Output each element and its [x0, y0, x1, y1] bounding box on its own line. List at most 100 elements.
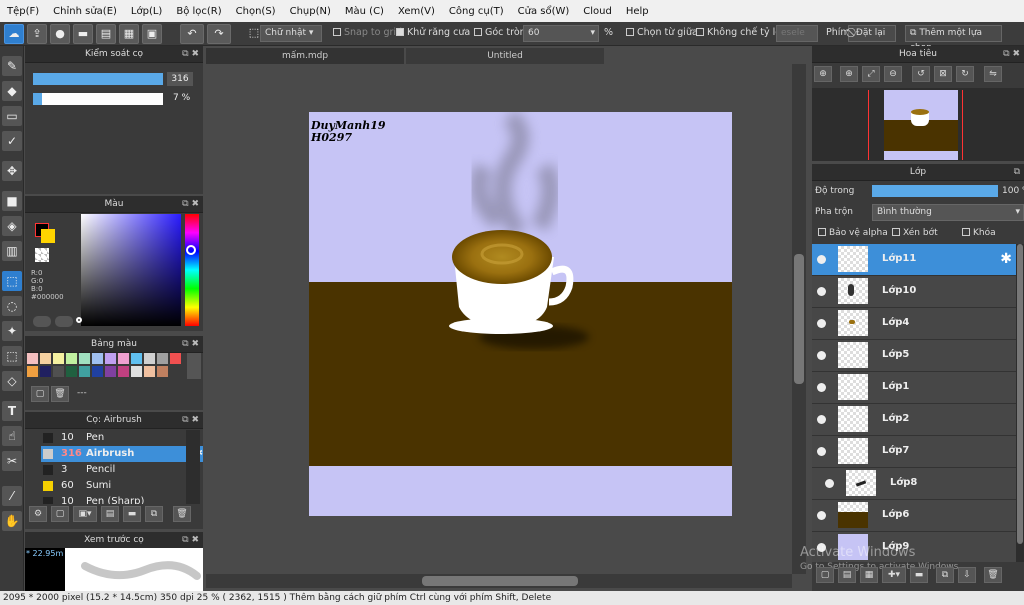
menu-item-5[interactable]: Chụp(N) [283, 6, 338, 17]
layer-row[interactable]: Lớp11 ✱ [812, 244, 1016, 276]
menu-item-8[interactable]: Công cụ(T) [442, 6, 511, 17]
copy-brush-icon[interactable]: ▤ [101, 506, 119, 522]
color-picker-button[interactable] [55, 316, 73, 327]
zoom-out-icon[interactable]: ⊖ [884, 66, 902, 82]
palette-swatch[interactable] [92, 353, 103, 364]
menu-item-4[interactable]: Chọn(S) [229, 6, 283, 17]
ratio-checkbox[interactable]: Không chế tỷ lệ [696, 27, 781, 38]
add-brush-icon[interactable]: ▣▾ [73, 506, 97, 522]
menu-item-10[interactable]: Cloud [576, 6, 619, 17]
speech-icon[interactable]: ● [50, 24, 70, 44]
comment-icon[interactable]: ▬ [73, 24, 93, 44]
reset-rotate-icon[interactable]: ⊠ [934, 66, 952, 82]
palette-swatch[interactable] [157, 353, 168, 364]
brush-tool-icon[interactable]: ✎ [2, 56, 22, 76]
layer-row[interactable]: Lớp6 [812, 500, 1016, 532]
palette-swatch[interactable] [53, 353, 64, 364]
eraser-tool-icon[interactable]: ◆ [2, 81, 22, 101]
clipping-checkbox[interactable]: Xén bớt [892, 228, 938, 238]
panel-detach-icon[interactable]: ⧉ [1014, 164, 1020, 180]
palette-swatch[interactable] [40, 366, 51, 377]
palette-swatch[interactable] [118, 366, 129, 377]
palette-grid[interactable] [27, 353, 187, 379]
palette-swatch[interactable] [27, 353, 38, 364]
merge-layer-icon[interactable]: ▦ [860, 567, 878, 583]
menu-item-7[interactable]: Xem(V) [391, 6, 442, 17]
export-icon[interactable]: ⇪ [27, 24, 47, 44]
bg-color-swatch[interactable] [41, 229, 55, 243]
doc-tab-1[interactable]: mấm.mdp [206, 48, 404, 64]
layer-row[interactable]: Lớp5 [812, 340, 1016, 372]
text-tool-icon[interactable]: T [2, 401, 22, 421]
zoom-in-icon[interactable]: ⊕ [814, 66, 832, 82]
blend-select[interactable]: Bình thường ▾ [872, 204, 1024, 221]
round-value-field[interactable]: 60 ▾ [523, 25, 599, 42]
brush-item[interactable]: 10 Pen [41, 430, 203, 446]
eye-icon[interactable] [817, 351, 826, 360]
menu-item-6[interactable]: Màu (C) [338, 6, 391, 17]
palette-swatch[interactable] [53, 366, 64, 377]
document-icon[interactable]: ▤ [96, 24, 116, 44]
panel-detach-icon[interactable]: ⧉ ✖ [182, 336, 199, 352]
layer-to-down-icon[interactable]: ⇩ [958, 567, 976, 583]
rect-tool-icon[interactable]: ▭ [2, 106, 22, 126]
eye-icon[interactable] [825, 479, 834, 488]
tiles-icon[interactable]: ▣ [142, 24, 162, 44]
brush-item[interactable]: 316Airbrush✱ [41, 446, 203, 462]
new-palette-icon[interactable]: ▢ [31, 386, 49, 402]
rotate-right-icon[interactable]: ↻ [956, 66, 974, 82]
zoom-plus-icon[interactable]: ⊕ [840, 66, 858, 82]
doc-tab-2[interactable]: Untitled [406, 48, 604, 64]
palette-swatch[interactable] [131, 353, 142, 364]
eye-icon[interactable] [817, 255, 826, 264]
duplicate-icon[interactable]: ⧉ [145, 506, 163, 522]
eyedropper-icon[interactable]: ⁄ [2, 486, 22, 506]
eye-icon[interactable] [817, 383, 826, 392]
rotate-left-icon[interactable]: ↺ [912, 66, 930, 82]
palette-swatch[interactable] [79, 353, 90, 364]
artwork[interactable]: DuyManh19 H0297 [309, 112, 732, 516]
panel-detach-icon[interactable]: ⧉ ✖ [182, 196, 199, 212]
protect-alpha-checkbox[interactable]: Bảo vệ alpha [818, 228, 888, 238]
lasso-tool-icon[interactable]: ◌ [2, 296, 22, 316]
menu-item-9[interactable]: Cửa sổ(W) [511, 6, 577, 17]
palette-swatch[interactable] [170, 353, 181, 364]
palette-swatch[interactable] [66, 353, 77, 364]
horizontal-scrollbar[interactable] [206, 574, 792, 588]
operation-tool-icon[interactable]: ☝ [2, 426, 22, 446]
menu-item-2[interactable]: Lớp(L) [124, 6, 169, 17]
palette-swatch[interactable] [105, 353, 116, 364]
palette-swatch[interactable] [92, 366, 103, 377]
folder-icon[interactable]: ▬ [123, 506, 141, 522]
gear-icon[interactable]: ✱ [1000, 251, 1012, 267]
saturation-value-picker[interactable] [81, 214, 181, 326]
opacity-slider[interactable] [33, 93, 163, 105]
trash-icon[interactable]: 🗑 [173, 506, 191, 522]
vertical-scrollbar[interactable] [792, 64, 806, 574]
size-value[interactable]: 316 [167, 72, 193, 86]
eye-icon[interactable] [817, 511, 826, 520]
menu-item-11[interactable]: Help [619, 6, 656, 17]
menu-item-1[interactable]: Chỉnh sửa(E) [46, 6, 124, 17]
hue-cursor[interactable] [186, 245, 196, 255]
eye-icon[interactable] [817, 415, 826, 424]
brush-scrollbar[interactable] [186, 430, 200, 504]
layer-row[interactable]: Lớp10 [812, 276, 1016, 308]
trash-icon[interactable]: 🗑 [984, 567, 1002, 583]
eye-icon[interactable] [817, 447, 826, 456]
palette-swatch[interactable] [157, 366, 168, 377]
palette-swatch[interactable] [118, 353, 129, 364]
panel-detach-icon[interactable]: ⧉ ✖ [182, 46, 199, 62]
menu-item-3[interactable]: Bộ lọc(R) [169, 6, 228, 17]
palette-swatch[interactable] [66, 366, 77, 377]
eye-icon[interactable] [817, 287, 826, 296]
palette-scrollbar[interactable] [187, 353, 201, 379]
gradient-tool-icon[interactable]: ▥ [2, 241, 22, 261]
palette-swatch[interactable] [131, 366, 142, 377]
palette-swatch[interactable] [144, 366, 155, 377]
sv-cursor[interactable] [76, 317, 82, 323]
hue-slider[interactable] [185, 214, 199, 326]
undo-icon[interactable]: ↶ [180, 24, 204, 44]
reset-button[interactable]: ⃠ Đặt lại [848, 25, 896, 42]
cloud-icon[interactable]: ☁ [4, 24, 24, 44]
